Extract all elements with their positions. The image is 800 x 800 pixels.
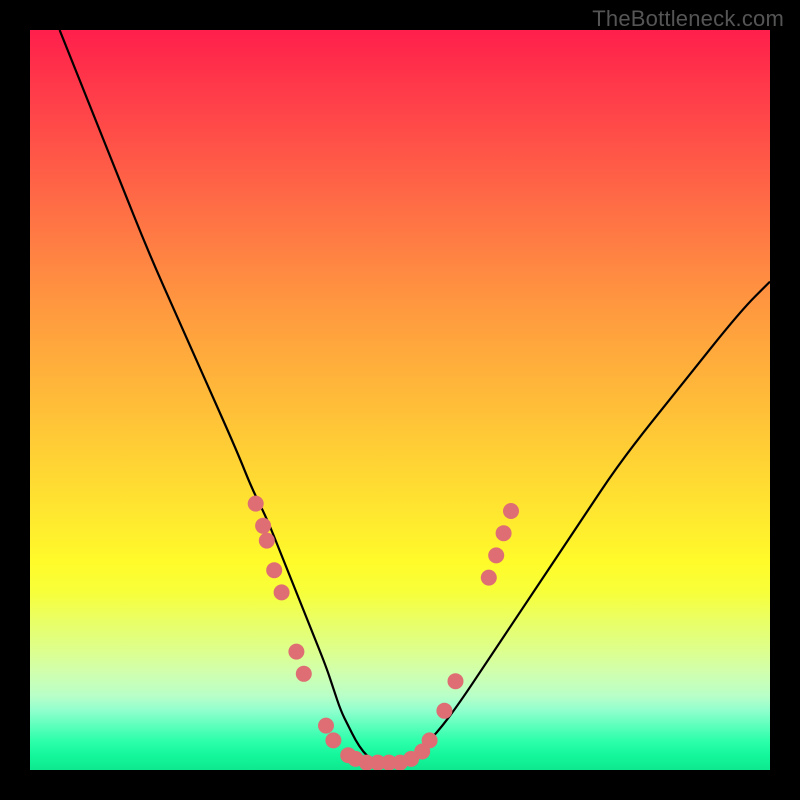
curve-layer — [30, 30, 770, 770]
marker-dot — [422, 732, 438, 748]
marker-dot — [436, 703, 452, 719]
marker-dot — [274, 584, 290, 600]
marker-group — [248, 496, 519, 770]
marker-dot — [481, 570, 497, 586]
marker-dot — [255, 518, 271, 534]
marker-dot — [325, 732, 341, 748]
bottleneck-curve — [60, 30, 770, 763]
marker-dot — [496, 525, 512, 541]
marker-dot — [296, 666, 312, 682]
watermark-text: TheBottleneck.com — [592, 6, 784, 32]
marker-dot — [259, 533, 275, 549]
marker-dot — [318, 718, 334, 734]
marker-dot — [248, 496, 264, 512]
chart-frame: TheBottleneck.com — [0, 0, 800, 800]
marker-dot — [488, 547, 504, 563]
marker-dot — [503, 503, 519, 519]
marker-dot — [448, 673, 464, 689]
marker-dot — [266, 562, 282, 578]
marker-dot — [288, 644, 304, 660]
plot-area — [30, 30, 770, 770]
